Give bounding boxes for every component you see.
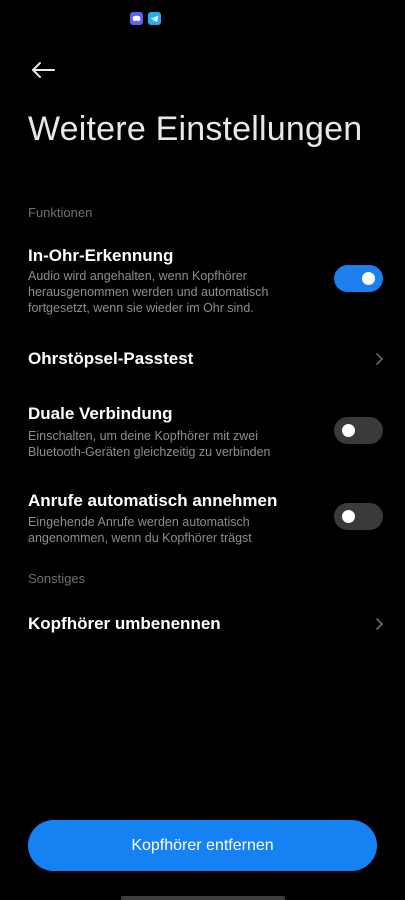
back-button[interactable] xyxy=(26,55,60,85)
setting-title: Kopfhörer umbenennen xyxy=(28,614,221,633)
toggle-knob xyxy=(362,272,375,285)
setting-title: Anrufe automatisch annehmen xyxy=(28,491,278,510)
setting-title: Ohrstöpsel-Passtest xyxy=(28,349,194,368)
setting-title: Duale Verbindung xyxy=(28,404,173,423)
page-title: Weitere Einstellungen xyxy=(28,110,363,148)
setting-dual-connection[interactable]: Duale Verbindung Einschalten, um deine K… xyxy=(0,403,405,463)
toggle-knob xyxy=(342,510,355,523)
in-ear-detection-toggle[interactable] xyxy=(334,265,383,292)
back-arrow-icon xyxy=(32,62,55,78)
setting-description: Eingehende Anrufe werden automatisch ang… xyxy=(28,515,252,545)
chevron-right-icon xyxy=(376,618,383,630)
dual-connection-toggle[interactable] xyxy=(334,417,383,444)
section-header-functions: Funktionen xyxy=(28,205,93,220)
setting-in-ear-detection[interactable]: In-Ohr-Erkennung Audio wird angehalten, … xyxy=(0,245,405,320)
section-header-other: Sonstiges xyxy=(28,571,86,586)
remove-headphones-button[interactable]: Kopfhörer entfernen xyxy=(28,820,377,871)
discord-icon xyxy=(130,12,143,25)
home-indicator[interactable] xyxy=(121,896,285,900)
toggle-knob xyxy=(342,424,355,437)
status-bar xyxy=(130,12,161,25)
setting-fit-test[interactable]: Ohrstöpsel-Passtest xyxy=(0,345,405,375)
telegram-icon xyxy=(148,12,161,25)
setting-title: In-Ohr-Erkennung xyxy=(28,246,174,265)
setting-description: Einschalten, um deine Kopfhörer mit zwei… xyxy=(28,429,271,459)
setting-auto-answer[interactable]: Anrufe automatisch annehmen Eingehende A… xyxy=(0,490,405,550)
auto-answer-toggle[interactable] xyxy=(334,503,383,530)
setting-rename-headphones[interactable]: Kopfhörer umbenennen xyxy=(0,610,405,640)
setting-description: Audio wird angehalten, wenn Kopfhörer he… xyxy=(28,269,269,315)
chevron-right-icon xyxy=(376,353,383,365)
